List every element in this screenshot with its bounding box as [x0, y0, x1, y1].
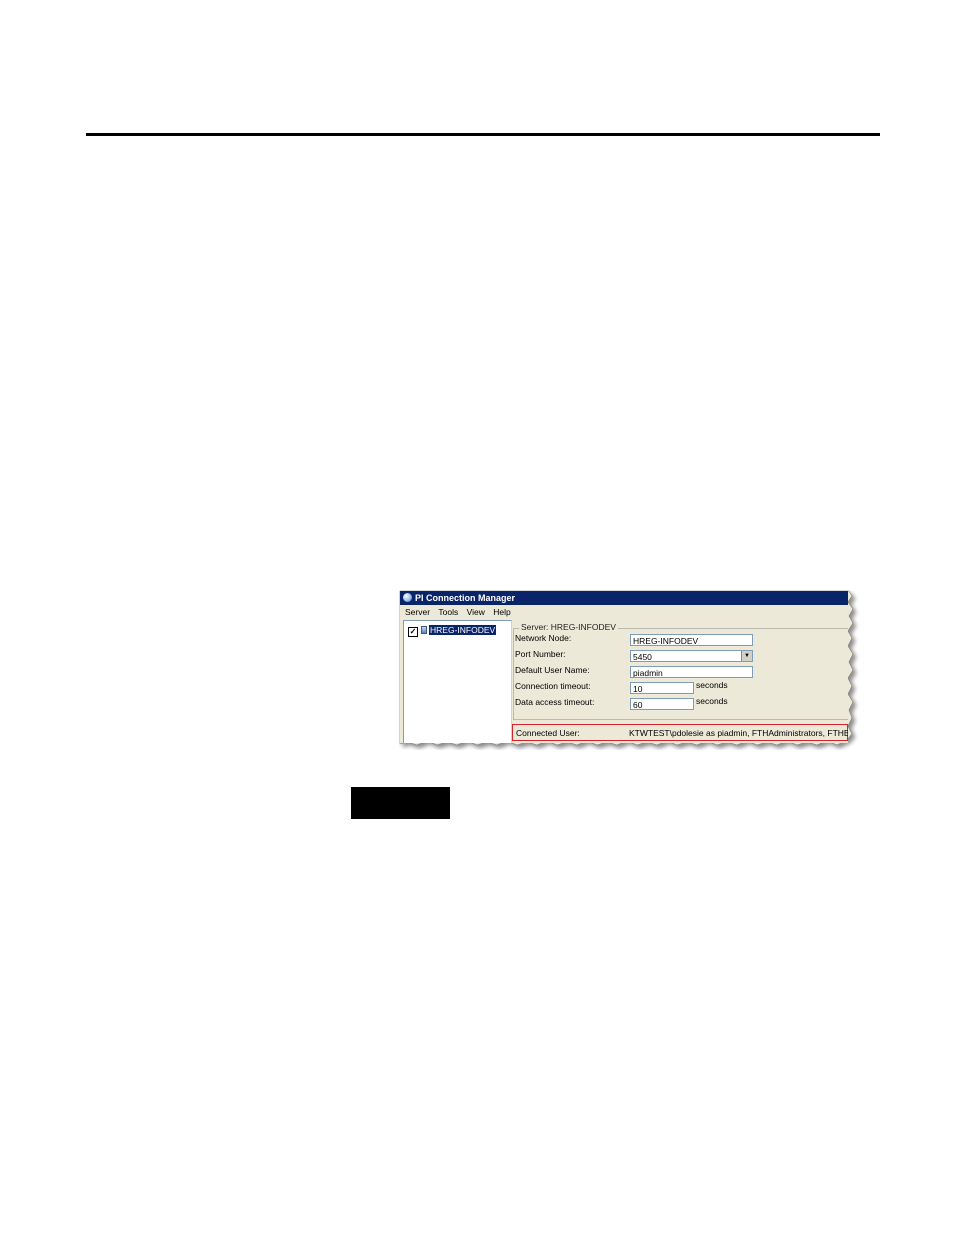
header-rule: [86, 133, 880, 136]
data-timeout-unit: seconds: [696, 696, 728, 706]
menu-bar: Server Tools View Help: [400, 606, 848, 619]
data-timeout-field[interactable]: 60: [630, 698, 694, 710]
redacted-label-block: [351, 787, 450, 819]
port-number-value: 5450: [633, 652, 652, 662]
port-number-dropdown[interactable]: 5450 ▼: [630, 650, 753, 662]
window-title: PI Connection Manager: [415, 593, 516, 603]
default-user-label: Default User Name:: [515, 665, 590, 675]
network-node-field[interactable]: HREG-INFODEV: [630, 634, 753, 646]
server-tree: ✓ HREG-INFODEV: [403, 620, 512, 743]
screenshot-figure: PI Connection Manager Server Tools View …: [397, 588, 860, 750]
chevron-down-icon[interactable]: ▼: [741, 651, 752, 661]
connected-user-label: Connected User:: [516, 728, 580, 738]
connection-timeout-unit: seconds: [696, 680, 728, 690]
menu-server[interactable]: Server: [405, 606, 430, 619]
connection-timeout-label: Connection timeout:: [515, 681, 591, 691]
port-number-label: Port Number:: [515, 649, 566, 659]
title-bar: PI Connection Manager: [400, 591, 848, 605]
menu-view[interactable]: View: [467, 606, 485, 619]
tree-item-label[interactable]: HREG-INFODEV: [429, 625, 497, 635]
connection-timeout-field[interactable]: 10: [630, 682, 694, 694]
connected-user-value: KTWTEST\pdolesie as piadmin, FTHAdminist…: [629, 728, 848, 738]
menu-help[interactable]: Help: [493, 606, 510, 619]
default-user-field[interactable]: piadmin: [630, 666, 753, 678]
menu-tools[interactable]: Tools: [438, 606, 458, 619]
network-node-label: Network Node:: [515, 633, 572, 643]
tree-item-server[interactable]: ✓ HREG-INFODEV: [408, 625, 497, 637]
data-timeout-label: Data access timeout:: [515, 697, 595, 707]
server-group-title: Server: HREG-INFODEV: [519, 622, 618, 632]
app-icon: [403, 593, 412, 602]
pi-connection-manager-window: PI Connection Manager Server Tools View …: [400, 591, 848, 743]
server-checkbox[interactable]: ✓: [408, 627, 418, 637]
server-icon: [421, 626, 427, 634]
